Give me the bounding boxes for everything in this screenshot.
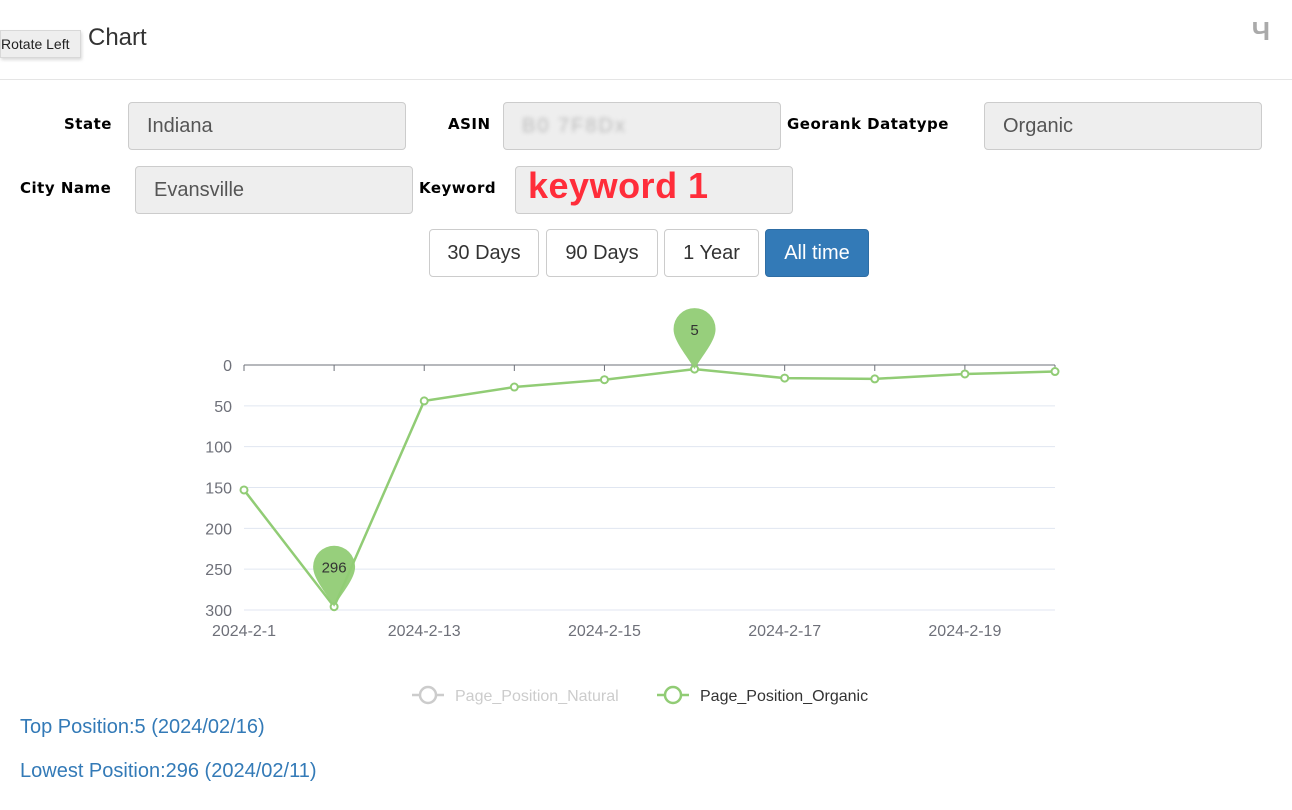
y-tick-label: 200 xyxy=(205,521,232,538)
state-label: State xyxy=(64,115,112,133)
range-all-time-button[interactable]: All time xyxy=(765,229,869,277)
data-point xyxy=(1050,367,1060,377)
legend-marker-organic xyxy=(663,685,683,705)
x-tick-label: 2024-2-17 xyxy=(748,623,821,640)
page-title: Chart xyxy=(88,24,147,51)
y-tick-label: 300 xyxy=(205,603,232,620)
marker-label: 5 xyxy=(690,322,698,339)
position-chart: 0 50 100 150 200 250 300 2024-2-1 2024-2-13 2024-… xyxy=(0,290,1292,710)
x-tick-label: 2024-2-13 xyxy=(388,623,461,640)
y-tick-label: 50 xyxy=(214,399,232,416)
georank-datatype-field[interactable]: Organic xyxy=(984,102,1262,150)
range-30-days-button[interactable]: 30 Days xyxy=(429,229,539,277)
asin-field[interactable]: B0 7F8Dx xyxy=(503,102,781,150)
data-point xyxy=(509,382,519,392)
x-tick-label: 2024-2-1 xyxy=(212,623,276,640)
asin-value: B0 7F8Dx xyxy=(522,115,627,137)
keyword-annotation: keyword 1 xyxy=(528,165,709,206)
range-1-year-button[interactable]: 1 Year xyxy=(664,229,759,277)
tooltip-text: Rotate Left xyxy=(1,36,70,52)
x-tick-label: 2024-2-15 xyxy=(568,623,641,640)
data-point xyxy=(239,485,249,495)
georank-datatype-label: Georank Datatype xyxy=(787,115,949,133)
y-tick-label: 100 xyxy=(205,440,232,457)
y-tick-label: 250 xyxy=(205,562,232,579)
rotate-left-tooltip: Rotate Left xyxy=(0,30,81,58)
modal-header: Chart Rotate Left Ч xyxy=(0,0,1292,80)
range-90-days-button[interactable]: 90 Days xyxy=(546,229,658,277)
data-point xyxy=(960,369,970,379)
data-point xyxy=(780,373,790,383)
line-chart-svg: 0 50 100 150 200 250 300 2024-2-1 2024-2-13 2024-… xyxy=(205,308,1060,705)
marker-label: 296 xyxy=(322,560,347,577)
close-icon[interactable]: Ч xyxy=(1252,16,1270,47)
legend-label-organic[interactable]: Page_Position_Organic xyxy=(700,688,868,705)
legend-marker-natural xyxy=(418,685,438,705)
x-tick-label: 2024-2-19 xyxy=(928,623,1001,640)
legend-label-natural[interactable]: Page_Position_Natural xyxy=(455,688,619,705)
data-point xyxy=(599,375,609,385)
keyword-label: Keyword xyxy=(419,179,497,197)
data-point xyxy=(870,374,880,384)
top-position-link[interactable]: Top Position:5 (2024/02/16) xyxy=(20,716,265,739)
city-name-label: City Name xyxy=(20,179,112,197)
asin-label: ASIN xyxy=(448,115,491,133)
data-point xyxy=(419,396,429,406)
y-tick-label: 0 xyxy=(223,358,232,375)
state-field[interactable]: Indiana xyxy=(128,102,406,150)
city-name-field[interactable]: Evansville xyxy=(135,166,413,214)
y-tick-label: 150 xyxy=(205,481,232,498)
lowest-position-link[interactable]: Lowest Position:296 (2024/02/11) xyxy=(20,760,317,783)
